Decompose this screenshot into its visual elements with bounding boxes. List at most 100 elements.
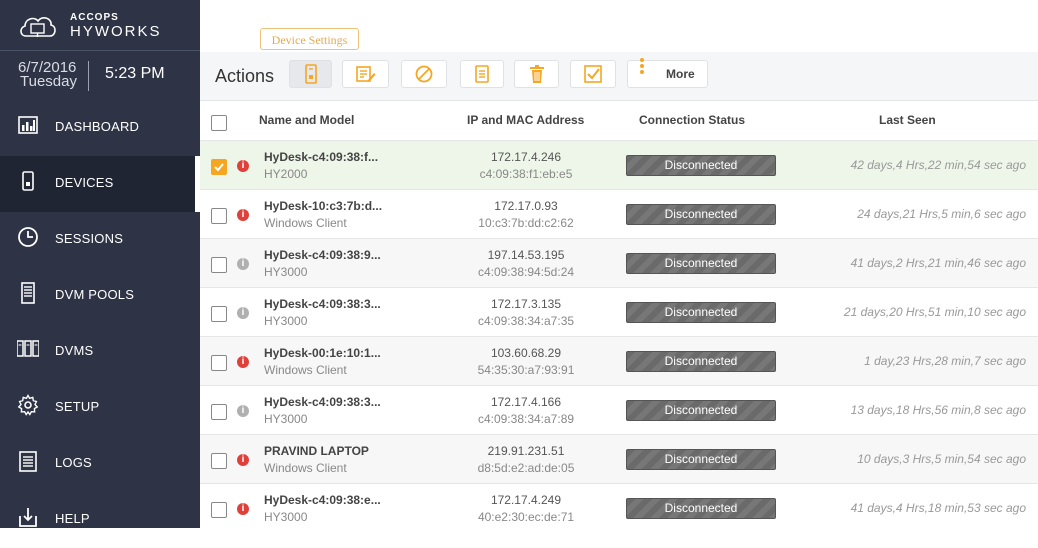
row-checkbox[interactable]	[211, 159, 227, 175]
device-ip: 219.91.231.51	[487, 444, 565, 458]
sidebar-item-label: SETUP	[55, 399, 100, 414]
device-icon	[22, 171, 34, 191]
edit-icon	[355, 66, 375, 82]
connection-status-badge: Disconnected	[626, 400, 776, 421]
device-model: HY3000	[264, 265, 308, 279]
bar-chart-icon	[18, 116, 38, 134]
sidebar-item-logs[interactable]: LOGS	[0, 436, 200, 492]
sidebar-nav: DASHBOARD DEVICES SESSIONS DVM POOLS DVM…	[0, 100, 200, 548]
info-icon[interactable]: i	[237, 160, 249, 172]
document-icon	[19, 451, 37, 472]
info-icon[interactable]: i	[237, 454, 249, 466]
device-mac: 54:35:30:a7:93:91	[477, 363, 575, 377]
more-button[interactable]: More	[627, 58, 708, 88]
device-mac: c4:09:38:f1:eb:e5	[479, 167, 573, 181]
last-seen: 21 days,20 Hrs,51 min,10 sec ago	[843, 305, 1026, 319]
row-checkbox[interactable]	[211, 355, 227, 371]
device-name[interactable]: HyDesk-c4:09:38:9...	[264, 248, 381, 262]
sidebar-item-setup[interactable]: SETUP	[0, 380, 200, 436]
device-settings-button[interactable]	[289, 60, 332, 88]
row-checkbox[interactable]	[211, 404, 227, 420]
clock-icon	[18, 227, 38, 247]
connection-status-badge: Disconnected	[626, 204, 776, 225]
gear-icon	[17, 394, 39, 416]
info-icon[interactable]: i	[237, 356, 249, 368]
connection-status-badge: Disconnected	[626, 155, 776, 176]
device-mac: d8:5d:e2:ad:de:05	[477, 461, 575, 475]
info-icon[interactable]: i	[237, 503, 249, 515]
device-name[interactable]: HyDesk-c4:09:38:3...	[264, 395, 381, 409]
table-row[interactable]: i HyDesk-00:1e:10:1... Windows Client 10…	[200, 336, 1038, 385]
server-icon	[21, 282, 35, 304]
servers-icon	[17, 340, 39, 357]
more-label: More	[666, 67, 695, 81]
info-icon[interactable]: i	[237, 258, 249, 270]
current-day: Tuesday	[20, 73, 77, 90]
device-name[interactable]: HyDesk-00:1e:10:1...	[264, 346, 381, 360]
sidebar-item-devices[interactable]: DEVICES	[0, 156, 200, 212]
table-row[interactable]: i PRAVIND LAPTOP Windows Client 219.91.2…	[200, 434, 1038, 483]
device-ip: 172.17.4.246	[490, 150, 562, 164]
column-header-last-seen[interactable]: Last Seen	[879, 113, 936, 127]
sidebar-item-label: SESSIONS	[55, 231, 124, 246]
device-settings-icon	[304, 64, 317, 84]
select-all-checkbox[interactable]	[211, 115, 227, 131]
download-icon	[19, 508, 37, 527]
last-seen: 42 days,4 Hrs,22 min,54 sec ago	[850, 158, 1026, 172]
device-model: HY3000	[264, 412, 308, 426]
row-checkbox[interactable]	[211, 502, 227, 518]
device-name[interactable]: HyDesk-c4:09:38:e...	[264, 493, 381, 507]
delete-button[interactable]	[514, 60, 559, 88]
info-icon[interactable]: i	[237, 209, 249, 221]
device-model: HY3000	[264, 314, 308, 328]
sidebar-item-dvms[interactable]: DVMS	[0, 324, 200, 380]
check-icon	[584, 65, 602, 83]
device-name[interactable]: PRAVIND LAPTOP	[264, 444, 369, 458]
device-model: HY2000	[264, 167, 308, 181]
column-header-ip[interactable]: IP and MAC Address	[467, 113, 584, 127]
row-checkbox[interactable]	[211, 453, 227, 469]
table-row[interactable]: i HyDesk-c4:09:38:9... HY3000 197.14.53.…	[200, 238, 1038, 287]
sidebar-item-sessions[interactable]: SESSIONS	[0, 212, 200, 268]
row-checkbox[interactable]	[211, 208, 227, 224]
table-row[interactable]: i HyDesk-c4:09:38:3... HY3000 172.17.4.1…	[200, 385, 1038, 434]
sidebar-item-help[interactable]: HELP	[0, 492, 200, 548]
connection-status-badge: Disconnected	[626, 498, 776, 519]
sidebar-item-dvm-pools[interactable]: DVM POOLS	[0, 268, 200, 324]
column-header-status[interactable]: Connection Status	[639, 113, 745, 127]
device-ip: 172.17.4.249	[490, 493, 562, 507]
table-row[interactable]: i HyDesk-10:c3:7b:d... Windows Client 17…	[200, 189, 1038, 238]
device-table: i HyDesk-c4:09:38:f... HY2000 172.17.4.2…	[200, 140, 1038, 532]
table-row[interactable]: i HyDesk-c4:09:38:3... HY3000 172.17.3.1…	[200, 287, 1038, 336]
sidebar-item-label: DEVICES	[55, 175, 114, 190]
edit-button[interactable]	[342, 60, 389, 88]
actions-bar: Actions More	[200, 52, 1038, 101]
row-checkbox[interactable]	[211, 257, 227, 273]
checkmark-icon	[214, 163, 224, 172]
device-name[interactable]: HyDesk-c4:09:38:f...	[264, 150, 378, 164]
table-row[interactable]: i HyDesk-c4:09:38:e... HY3000 172.17.4.2…	[200, 483, 1038, 532]
more-icon	[640, 58, 644, 74]
device-ip: 172.17.3.135	[490, 297, 562, 311]
device-name[interactable]: HyDesk-c4:09:38:3...	[264, 297, 381, 311]
device-settings-tooltip: Device Settings	[260, 28, 359, 50]
info-icon[interactable]: i	[237, 405, 249, 417]
sidebar-item-label: LOGS	[55, 455, 92, 470]
brand-top: ACCOPS	[70, 12, 119, 23]
block-button[interactable]	[401, 60, 447, 88]
copy-button[interactable]	[460, 60, 504, 88]
last-seen: 13 days,18 Hrs,56 min,8 sec ago	[850, 403, 1026, 417]
info-icon[interactable]: i	[237, 307, 249, 319]
sidebar-item-dashboard[interactable]: DASHBOARD	[0, 100, 200, 156]
approve-button[interactable]	[570, 60, 616, 88]
row-checkbox[interactable]	[211, 306, 227, 322]
device-mac: 10:c3:7b:dd:c2:62	[478, 216, 574, 230]
last-seen: 10 days,3 Hrs,5 min,54 sec ago	[857, 452, 1026, 466]
device-model: Windows Client	[264, 363, 347, 377]
last-seen: 24 days,21 Hrs,5 min,6 sec ago	[857, 207, 1026, 221]
column-header-name[interactable]: Name and Model	[259, 113, 354, 127]
table-row[interactable]: i HyDesk-c4:09:38:f... HY2000 172.17.4.2…	[200, 140, 1038, 189]
last-seen: 1 day,23 Hrs,28 min,7 sec ago	[864, 354, 1026, 368]
sidebar-item-label: DASHBOARD	[55, 119, 140, 134]
device-name[interactable]: HyDesk-10:c3:7b:d...	[264, 199, 382, 213]
